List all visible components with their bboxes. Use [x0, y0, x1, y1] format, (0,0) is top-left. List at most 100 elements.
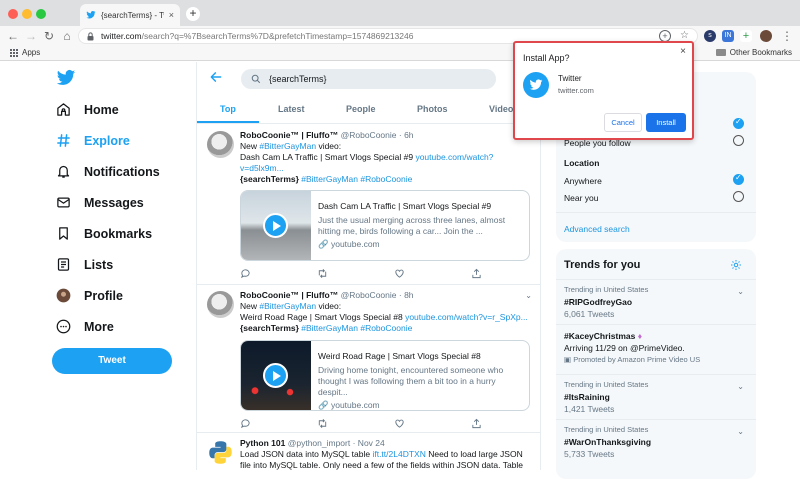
sidebar-item-more[interactable]: More — [56, 319, 114, 334]
sidebar-item-bookmarks[interactable]: Bookmarks — [56, 226, 152, 241]
tweet-button[interactable]: Tweet — [52, 348, 172, 374]
share-icon[interactable] — [471, 418, 482, 429]
avatar[interactable] — [207, 131, 234, 158]
reload-icon[interactable]: ↻ — [42, 28, 56, 44]
sidebar-item-profile[interactable]: Profile — [56, 288, 123, 303]
sidebar-item-messages[interactable]: Messages — [56, 195, 144, 210]
filter-location-near-radio[interactable] — [733, 191, 744, 202]
twitter-logo-icon[interactable] — [56, 68, 76, 88]
menu-icon[interactable]: ⋮ — [780, 28, 794, 44]
card-text: Dash Cam LA Traffic | Smart Vlogs Specia… — [318, 201, 523, 250]
install-app-dialog: Install App? × Twitter twitter.com Cance… — [513, 41, 694, 140]
tweet-handle[interactable]: @python_import — [288, 438, 351, 448]
retweet-icon[interactable] — [317, 268, 328, 279]
extension-in-icon[interactable]: IN — [722, 30, 734, 42]
link-card[interactable]: Weird Road Rage | Smart Vlogs Special #8… — [240, 340, 530, 411]
trend-item[interactable]: Trending in United States #WarOnThanksgi… — [564, 424, 651, 460]
tweet-time[interactable]: · 6h — [399, 130, 414, 140]
sidebar-item-home[interactable]: Home — [56, 102, 119, 117]
video-thumbnail[interactable] — [241, 341, 311, 410]
play-icon[interactable] — [263, 363, 288, 388]
minimize-window-button[interactable] — [22, 9, 32, 19]
tab-close-icon[interactable]: × — [169, 10, 174, 20]
install-button[interactable]: Install — [646, 113, 686, 132]
forward-arrow-icon[interactable]: → — [24, 28, 38, 44]
filter-people-follow-radio[interactable] — [733, 135, 744, 146]
chevron-down-icon[interactable]: ⌄ — [737, 382, 744, 391]
trend-item[interactable]: Trending in United States #ItsRaining 1,… — [564, 379, 648, 415]
extension-plus-icon[interactable]: + — [740, 30, 752, 42]
trend-count: 6,061 Tweets — [564, 309, 615, 319]
url-link[interactable]: youtube.com/watch?v=r_SpXp... — [405, 312, 528, 322]
card-description: Driving home tonight, encountered someon… — [318, 365, 504, 397]
other-bookmarks[interactable]: Other Bookmarks — [715, 48, 792, 57]
tab-photos[interactable]: Photos — [417, 104, 448, 114]
close-icon[interactable]: × — [680, 46, 686, 57]
new-tab-button[interactable]: + — [186, 7, 200, 21]
hashtag-link[interactable]: #BitterGayMan — [259, 301, 316, 311]
tweet-text: Dash Cam LA Traffic | Smart Vlogs Specia… — [240, 152, 416, 162]
tweet-handle[interactable]: @RoboCoonie — [341, 130, 397, 140]
extension-s-icon[interactable]: s — [704, 30, 716, 42]
close-window-button[interactable] — [8, 9, 18, 19]
tab-top[interactable]: Top — [220, 104, 236, 114]
python-logo-icon[interactable] — [207, 439, 234, 466]
tweet-author-name[interactable]: Python 101 — [240, 438, 285, 448]
chevron-down-icon[interactable]: ⌄ — [737, 287, 744, 296]
search-input[interactable]: {searchTerms} — [241, 69, 496, 89]
apps-bookmark[interactable]: Apps — [10, 48, 40, 57]
tweet-handle[interactable]: @RoboCoonie — [341, 290, 397, 300]
tweet-item[interactable]: Python 101 @python_import · Nov 24 Load … — [197, 433, 540, 470]
maximize-window-button[interactable] — [36, 9, 46, 19]
play-icon[interactable] — [263, 213, 288, 238]
sidebar-item-explore[interactable]: Explore — [56, 133, 130, 148]
tab-people[interactable]: People — [346, 104, 376, 114]
tweet-time[interactable]: · Nov 24 — [353, 438, 385, 448]
sidebar-item-notifications[interactable]: Notifications — [56, 164, 160, 179]
hashtag-link[interactable]: #BitterGayMan — [259, 141, 316, 151]
chevron-down-icon[interactable]: ⌄ — [737, 427, 744, 436]
like-icon[interactable] — [394, 418, 405, 429]
link-card[interactable]: Dash Cam LA Traffic | Smart Vlogs Specia… — [240, 190, 530, 261]
url-link[interactable]: ift.tt/2L4DTXN — [372, 449, 425, 459]
reply-icon[interactable] — [240, 268, 251, 279]
promoted-text: Promoted by Amazon Prime Video US — [573, 355, 701, 364]
filter-location-near-label: Near you — [564, 193, 599, 203]
hashtag-link[interactable]: #BitterGayMan #RoboCoonie — [299, 323, 412, 333]
apps-label: Apps — [22, 48, 41, 57]
list-icon — [57, 258, 70, 271]
filter-people-anyone-radio[interactable] — [733, 117, 744, 129]
retweet-icon[interactable] — [317, 418, 328, 429]
profile-avatar-icon[interactable] — [760, 30, 772, 42]
settings-gear-icon[interactable] — [730, 259, 742, 271]
back-arrow-icon[interactable] — [209, 70, 223, 84]
avatar[interactable] — [207, 291, 234, 318]
tweet-time[interactable]: · 8h — [399, 290, 414, 300]
hashtag-link[interactable]: #BitterGayMan #RoboCoonie — [299, 174, 412, 184]
tweet-item[interactable]: ⌄ RoboCoonie™ | Fluffo™ @RoboCoonie · 8h… — [197, 285, 540, 433]
sidebar-item-lists[interactable]: Lists — [56, 257, 113, 272]
back-arrow-icon[interactable]: ← — [6, 28, 20, 44]
tweet-bold-text: {searchTerms} — [240, 174, 299, 184]
filter-location-anywhere-radio[interactable] — [733, 173, 744, 185]
trend-item[interactable]: Trending in United States #RIPGodfreyGao… — [564, 284, 648, 320]
card-domain-text: youtube.com — [330, 239, 380, 249]
tab-latest[interactable]: Latest — [278, 104, 305, 114]
bell-icon — [57, 165, 70, 178]
tweet-item[interactable]: RoboCoonie™ | Fluffo™ @RoboCoonie · 6h N… — [197, 125, 540, 285]
tab-video[interactable]: Video — [489, 104, 513, 114]
home-browser-icon[interactable]: ⌂ — [60, 28, 74, 44]
advanced-search-link[interactable]: Advanced search — [564, 224, 630, 234]
video-thumbnail[interactable] — [241, 191, 311, 260]
twitter-app-icon — [523, 72, 549, 98]
tweet-author-name[interactable]: RoboCoonie™ | Fluffo™ — [240, 290, 338, 300]
app-origin: twitter.com — [558, 86, 594, 95]
tweet-author-name[interactable]: RoboCoonie™ | Fluffo™ — [240, 130, 338, 140]
like-icon[interactable] — [394, 268, 405, 279]
browser-tab[interactable]: {searchTerms} - Twitter Search / × — [80, 4, 180, 26]
trend-item-promoted[interactable]: #KaceyChristmas ♦ Arriving 11/29 on @Pri… — [564, 330, 700, 366]
reply-icon[interactable] — [240, 418, 251, 429]
share-icon[interactable] — [471, 268, 482, 279]
cancel-button[interactable]: Cancel — [604, 113, 642, 132]
tweet-text: New — [240, 301, 260, 311]
